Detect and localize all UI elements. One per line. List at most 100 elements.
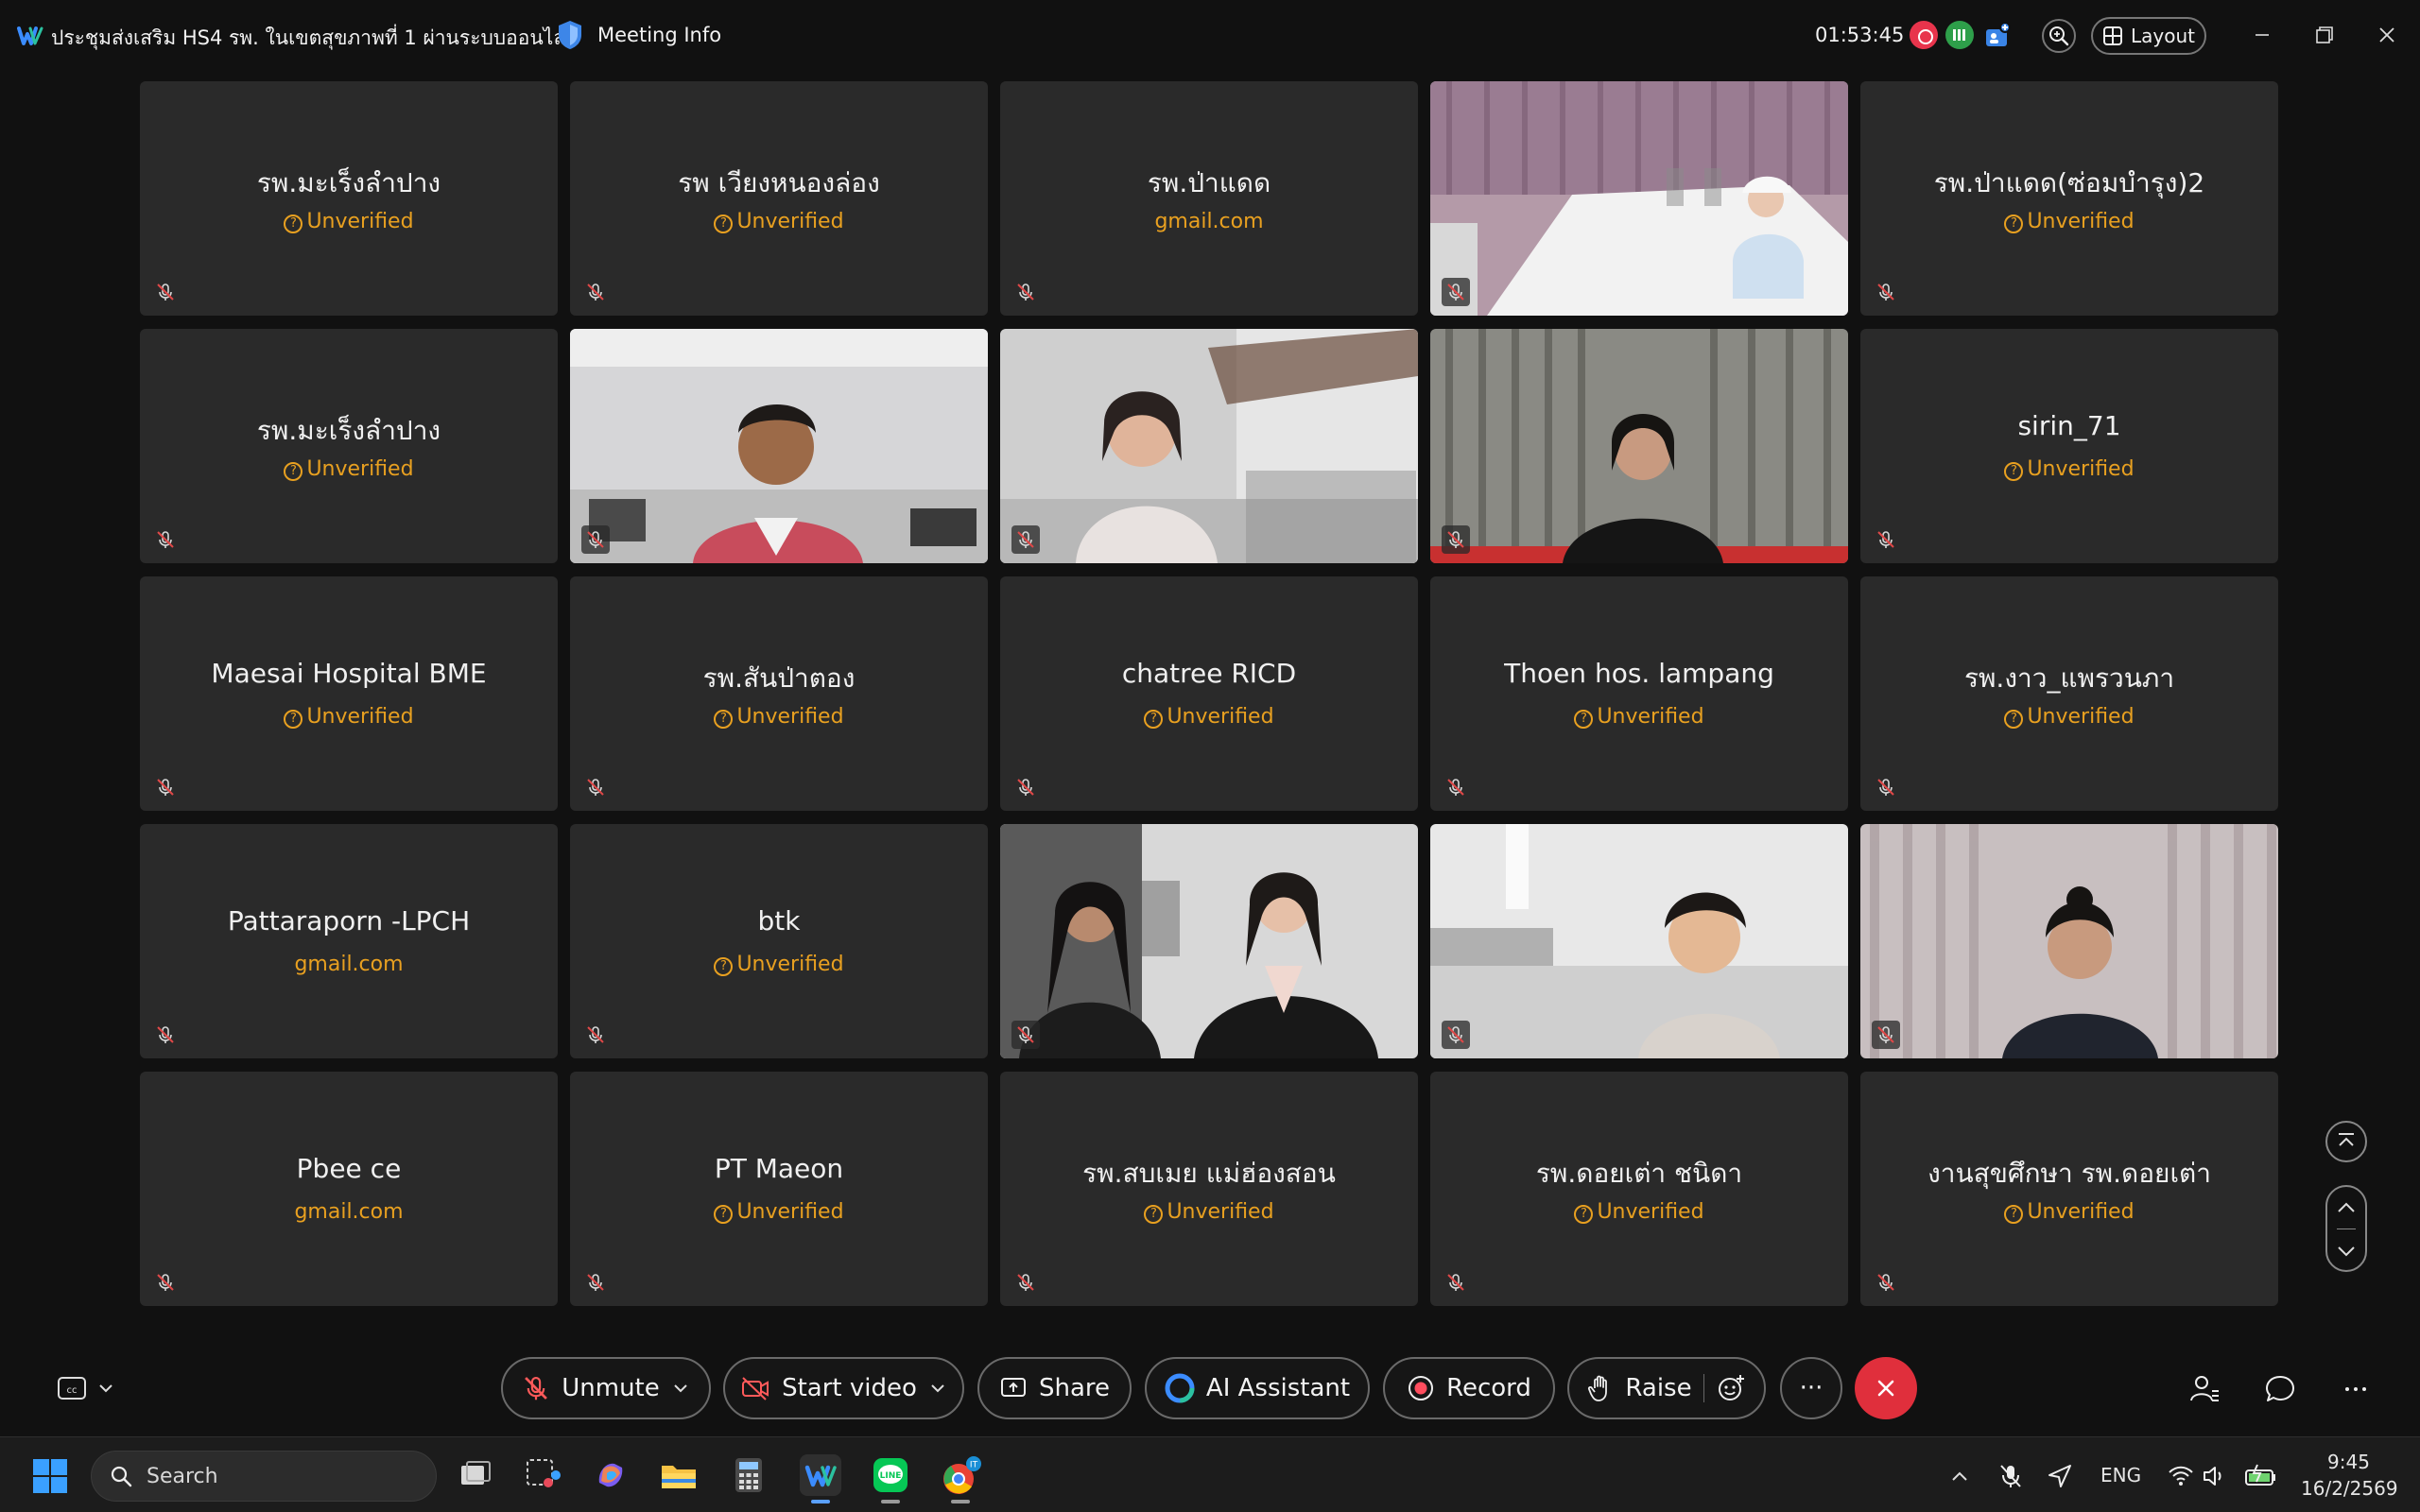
participant-tile[interactable]: รพ.ป่าแดด gmail.com: [1000, 81, 1418, 316]
battery-charging-icon[interactable]: [2244, 1462, 2278, 1490]
line-app-icon[interactable]: LINE: [870, 1454, 911, 1503]
participant-status: ? Unverified: [1860, 457, 2278, 481]
chevron-down-icon[interactable]: [2327, 1232, 2365, 1274]
raise-divider: [1703, 1374, 1704, 1402]
record-label: Record: [1446, 1374, 1531, 1402]
mic-muted-icon: [581, 1021, 610, 1049]
participant-tile[interactable]: sirin_71 ? Unverified: [1860, 329, 2278, 563]
close-icon[interactable]: [2371, 19, 2403, 51]
participant-tile[interactable]: รพ.สบเมย แม่ฮ่องสอน ? Unverified: [1000, 1072, 1418, 1306]
participant-tile[interactable]: Thoen hos. lampang ? Unverified: [1430, 576, 1848, 811]
layout-button[interactable]: Layout: [2091, 17, 2206, 55]
participant-name: งานสุขศึกษา รพ.ดอยเต่า: [1927, 1158, 2211, 1189]
taskbar-date[interactable]: 16/2/2569: [2301, 1477, 2398, 1500]
participant-tile[interactable]: รพ.งาว_แพรวนภา ? Unverified: [1860, 576, 2278, 811]
file-explorer-icon[interactable]: [658, 1454, 700, 1496]
people-calendar-icon[interactable]: [1983, 21, 2012, 49]
participant-tile[interactable]: chatree RICD ? Unverified: [1000, 576, 1418, 811]
participants-icon[interactable]: [2187, 1372, 2221, 1406]
more-horizontal-icon[interactable]: [2339, 1372, 2373, 1406]
chevron-down-icon[interactable]: [671, 1379, 690, 1398]
participant-name: btk: [757, 905, 801, 936]
shield-icon[interactable]: [556, 19, 584, 51]
participant-status: ? Unverified: [140, 457, 558, 481]
snipping-tool-icon[interactable]: [522, 1454, 563, 1496]
participant-tile[interactable]: งานสุขศึกษา รพ.ดอยเต่า ? Unverified: [1860, 1072, 2278, 1306]
participant-tile[interactable]: btk ? Unverified: [570, 824, 988, 1058]
chrome-icon[interactable]: IT: [940, 1454, 981, 1503]
participant-tile[interactable]: Pbee ce gmail.com: [140, 1072, 558, 1306]
mic-muted-icon: [1872, 1268, 1900, 1297]
participant-name: รพ.ป่าแดด(ซ่อมบำรุง)2: [1933, 167, 2205, 198]
more-options-button[interactable]: ···: [1780, 1357, 1842, 1419]
minimize-icon[interactable]: [2246, 19, 2278, 51]
ai-assistant-button[interactable]: AI Assistant: [1145, 1357, 1370, 1419]
participant-tile[interactable]: รพ เวียงหนองล่อง ? Unverified: [570, 81, 988, 316]
participant-video-tile[interactable]: [1000, 824, 1418, 1058]
recording-indicator-icon[interactable]: [1910, 21, 1938, 49]
participant-video-tile[interactable]: [1430, 329, 1848, 563]
participant-name: Thoen hos. lampang: [1504, 658, 1774, 689]
windows-start-icon[interactable]: [32, 1458, 68, 1494]
participant-status: ? Unverified: [1860, 1200, 2278, 1224]
mic-muted-icon: [1872, 773, 1900, 801]
participant-name: รพ.สบเมย แม่ฮ่องสอน: [1082, 1158, 1336, 1189]
scroll-to-top-button[interactable]: [2325, 1121, 2367, 1162]
participant-video-tile[interactable]: [1000, 329, 1418, 563]
unmute-button[interactable]: Unmute: [501, 1357, 711, 1419]
start-video-button[interactable]: Start video: [723, 1357, 964, 1419]
taskbar-search-box[interactable]: Search: [91, 1451, 437, 1502]
raise-hand-button[interactable]: Raise: [1567, 1357, 1766, 1419]
zoom-button[interactable]: [2042, 19, 2076, 53]
taskbar-time[interactable]: 9:45: [2327, 1451, 2370, 1473]
participant-status: ? Unverified: [570, 210, 988, 233]
chat-icon[interactable]: [2263, 1372, 2297, 1406]
input-language[interactable]: ENG: [2100, 1464, 2141, 1486]
volume-icon[interactable]: [2201, 1462, 2229, 1490]
calculator-icon[interactable]: [728, 1454, 769, 1496]
participant-tile[interactable]: รพ.มะเร็งลำปาง ? Unverified: [140, 329, 558, 563]
mic-muted-icon: [151, 525, 180, 554]
location-icon[interactable]: [2046, 1462, 2074, 1490]
participant-tile[interactable]: Maesai Hospital BME ? Unverified: [140, 576, 558, 811]
participant-status: ? Unverified: [1430, 705, 1848, 729]
participant-video-tile[interactable]: [1430, 81, 1848, 316]
network-health-icon[interactable]: [1945, 21, 1974, 49]
participant-video-tile[interactable]: [570, 329, 988, 563]
share-button[interactable]: Share: [977, 1357, 1132, 1419]
chevron-up-icon[interactable]: [2327, 1187, 2365, 1228]
task-view-icon[interactable]: [454, 1454, 495, 1496]
meeting-info-link[interactable]: Meeting Info: [597, 24, 721, 46]
chevron-up-icon[interactable]: [1945, 1462, 1974, 1490]
warning-icon: ?: [1144, 710, 1164, 729]
video-feed: [1430, 81, 1848, 316]
warning-icon: ?: [1574, 710, 1594, 729]
mic-off-icon: [525, 1377, 548, 1400]
participant-tile[interactable]: Pattaraporn -LPCH gmail.com: [140, 824, 558, 1058]
chevron-down-icon[interactable]: [928, 1379, 947, 1398]
participant-status: ? Unverified: [1860, 705, 2278, 729]
record-button[interactable]: Record: [1383, 1357, 1555, 1419]
ai-assistant-icon: [1165, 1373, 1195, 1403]
start-video-label: Start video: [782, 1374, 917, 1402]
participant-video-tile[interactable]: [1430, 824, 1848, 1058]
participant-video-tile[interactable]: [1860, 824, 2278, 1058]
participant-name: รพ เวียงหนองล่อง: [678, 167, 880, 198]
wifi-icon[interactable]: [2167, 1462, 2195, 1490]
restore-icon[interactable]: [2308, 19, 2341, 51]
reactions-icon[interactable]: [1716, 1373, 1746, 1403]
participant-tile[interactable]: รพ.ดอยเต่า ชนิดา ? Unverified: [1430, 1072, 1848, 1306]
video-feed: [1000, 329, 1418, 563]
webex-taskbar-icon[interactable]: [800, 1454, 841, 1503]
participant-tile[interactable]: รพ.สันป่าตอง ? Unverified: [570, 576, 988, 811]
copilot-icon[interactable]: [590, 1454, 631, 1496]
leave-meeting-button[interactable]: [1855, 1357, 1917, 1419]
mic-muted-icon: [1872, 525, 1900, 554]
microphone-muted-tray-icon[interactable]: [1996, 1462, 2025, 1490]
captions-button[interactable]: cc: [55, 1372, 121, 1406]
participant-tile[interactable]: รพ.ป่าแดด(ซ่อมบำรุง)2 ? Unverified: [1860, 81, 2278, 316]
participant-tile[interactable]: PT Maeon ? Unverified: [570, 1072, 988, 1306]
warning-icon: ?: [1144, 1205, 1164, 1224]
record-icon: [1409, 1376, 1434, 1400]
participant-tile[interactable]: รพ.มะเร็งลำปาง ? Unverified: [140, 81, 558, 316]
